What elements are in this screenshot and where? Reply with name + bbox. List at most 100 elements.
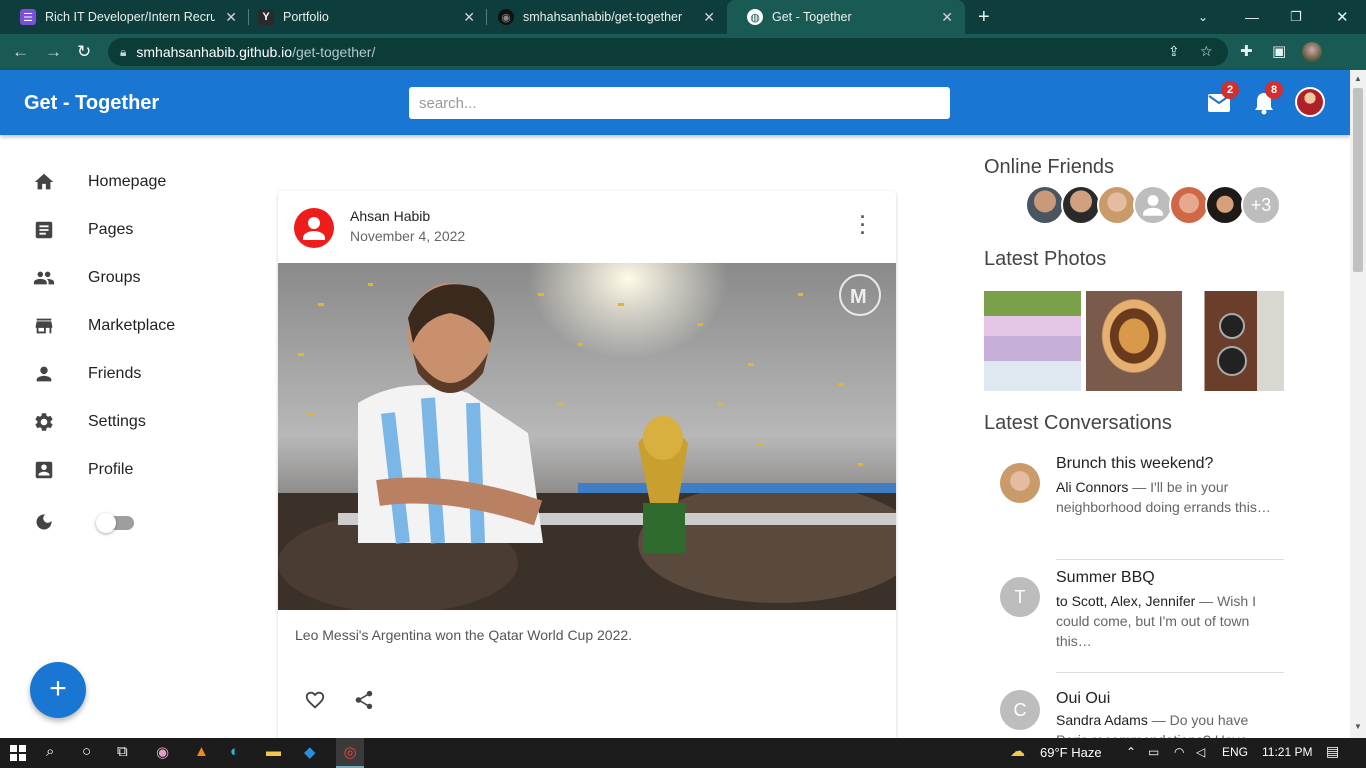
post-author[interactable]: Ahsan Habib [350, 208, 430, 224]
volume-icon[interactable]: ◁ [1196, 745, 1205, 759]
forward-arrow-icon[interactable]: → [45, 42, 62, 62]
toggle-knob [96, 513, 116, 533]
browser-tab[interactable]: ◉ smhahsanhabib/get-together ✕ [478, 0, 727, 34]
vlc-icon[interactable]: ▲ [194, 743, 209, 760]
media-app-icon[interactable]: ◉ [156, 743, 169, 761]
online-friend-avatar[interactable] [1061, 185, 1101, 225]
tab-title: Get - Together [772, 10, 852, 24]
reload-icon[interactable]: ↻ [77, 42, 91, 62]
edge-icon[interactable]: ◐ [230, 743, 239, 760]
close-window-icon[interactable]: ✕ [1336, 0, 1349, 34]
browser-tab[interactable]: Y Portfolio ✕ [238, 0, 487, 34]
conversation-sender: Ali Connors [1056, 479, 1129, 495]
scrollbar-thumb[interactable] [1353, 88, 1363, 272]
sidebar-item-label: Pages [88, 221, 134, 238]
show-hidden-icons-chevron-icon[interactable]: ⌃ [1126, 745, 1136, 759]
url-host: smhahsanhabib.github.io [136, 44, 293, 60]
browser-tab-active[interactable]: ◍ Get - Together ✕ [727, 0, 965, 34]
search-input[interactable] [409, 87, 950, 119]
address-bar[interactable]: 🔒︎ smhahsanhabib.github.io/get-together/… [108, 38, 1228, 66]
sidebar-item-profile[interactable]: Profile [0, 448, 240, 492]
minimize-icon[interactable]: — [1245, 0, 1259, 34]
chrome-icon[interactable]: ◎ [336, 738, 364, 768]
scroll-up-icon[interactable]: ▲ [1354, 74, 1362, 83]
cortana-icon[interactable]: ○ [82, 743, 91, 760]
person-icon [303, 217, 325, 240]
notifications-center-icon[interactable]: ▤ [1326, 743, 1339, 760]
tab-title: Rich IT Developer/Intern Recruitm [45, 10, 215, 24]
post-photo-graphic: M [278, 263, 896, 610]
sidebar-item-label: Profile [88, 461, 134, 478]
task-view-icon[interactable]: ⧉ [117, 743, 128, 760]
latest-photo-thumbnail[interactable] [1086, 291, 1182, 391]
vscode-icon[interactable]: ◆ [304, 743, 316, 761]
restore-icon[interactable]: ❐ [1290, 0, 1302, 34]
sidebar-item-settings[interactable]: Settings [0, 400, 240, 444]
more-friends-count[interactable]: +3 [1241, 185, 1281, 225]
close-tab-icon[interactable]: ✕ [225, 9, 237, 26]
online-friend-avatar[interactable] [1169, 185, 1209, 225]
heart-icon[interactable] [304, 689, 326, 711]
url-path: /get-together/ [292, 44, 376, 60]
wifi-icon[interactable]: ◠ [1174, 745, 1184, 759]
latest-photo-thumbnail[interactable] [1187, 291, 1284, 391]
search-icon[interactable]: ⌕ [46, 743, 54, 760]
online-friends-title: Online Friends [984, 156, 1115, 178]
browser-tab[interactable]: ☰ Rich IT Developer/Intern Recruitm ✕ [0, 0, 249, 34]
profile-avatar[interactable] [1302, 42, 1322, 62]
sidebar-item-groups[interactable]: Groups [0, 256, 240, 300]
bookmark-star-icon[interactable]: ☆ [1200, 43, 1213, 60]
online-friend-avatar[interactable] [1097, 185, 1137, 225]
app-brand[interactable]: Get - Together [24, 92, 159, 115]
close-tab-icon[interactable]: ✕ [463, 9, 475, 26]
tab-search-chevron-icon[interactable]: ⌄ [1198, 0, 1208, 34]
side-panel-icon[interactable]: ▣ [1272, 42, 1286, 60]
sidebar-item-label: Groups [88, 269, 141, 286]
sidebar-item-friends[interactable]: Friends [0, 352, 240, 396]
battery-icon[interactable]: ▭ [1148, 745, 1159, 759]
sidebar-item-pages[interactable]: Pages [0, 208, 240, 252]
mail-button[interactable]: 2 [1207, 81, 1239, 118]
latest-photo-thumbnail[interactable] [984, 291, 1081, 391]
page-scrollbar[interactable]: ▲ ▼ [1350, 70, 1366, 738]
online-friend-avatar[interactable] [1133, 185, 1173, 225]
sidebar-item-label: Settings [88, 413, 146, 430]
storefront-icon [35, 318, 53, 334]
weather-icon[interactable]: ☁︎ [1010, 742, 1025, 760]
conversation-avatar [1000, 463, 1040, 503]
online-friend-avatar[interactable] [1205, 185, 1245, 225]
author-avatar[interactable] [294, 208, 334, 248]
clock[interactable]: 11:21 PM [1262, 745, 1312, 759]
home-icon [34, 173, 54, 190]
online-friend-avatar[interactable] [1025, 185, 1065, 225]
sidebar-item-homepage[interactable]: Homepage [0, 160, 240, 204]
more-vert-icon[interactable]: · · · [860, 208, 866, 242]
tab-title: Portfolio [283, 10, 329, 24]
camera-photo-graphic [1217, 313, 1247, 376]
conversation-snippet: Sandra Adams — Do you have Paris recomme… [1056, 710, 1276, 738]
extensions-puzzle-icon[interactable]: ✚ [1240, 42, 1253, 60]
language-indicator[interactable]: ENG [1222, 745, 1248, 759]
share-icon[interactable] [353, 689, 375, 711]
conversation-item[interactable]: C Oui Oui Sandra Adams — Do you have Par… [1000, 690, 1290, 738]
mail-count-badge: 2 [1221, 81, 1239, 99]
sidebar-item-label: Friends [88, 365, 142, 382]
close-tab-icon[interactable]: ✕ [941, 9, 953, 26]
sidebar-item-label: Homepage [88, 173, 167, 190]
close-tab-icon[interactable]: ✕ [703, 9, 715, 26]
new-tab-button[interactable]: + [978, 0, 990, 34]
dark-mode-toggle[interactable] [96, 513, 134, 533]
user-avatar[interactable] [1295, 87, 1325, 117]
divider [1056, 672, 1284, 673]
post-caption: Leo Messi's Argentina won the Qatar Worl… [295, 627, 633, 643]
scroll-down-icon[interactable]: ▼ [1354, 722, 1362, 731]
weather-text[interactable]: 69°F Haze [1040, 745, 1102, 760]
back-arrow-icon[interactable]: ← [12, 42, 29, 62]
conversation-avatar: C [1000, 690, 1040, 730]
windows-start-icon[interactable] [10, 745, 26, 761]
sidebar-item-marketplace[interactable]: Marketplace [0, 304, 240, 348]
add-fab-button[interactable]: + [30, 662, 86, 718]
share-icon[interactable]: ⇪ [1168, 43, 1180, 60]
notifications-button[interactable]: 8 [1253, 81, 1283, 120]
file-explorer-icon[interactable]: ▬ [266, 743, 281, 760]
